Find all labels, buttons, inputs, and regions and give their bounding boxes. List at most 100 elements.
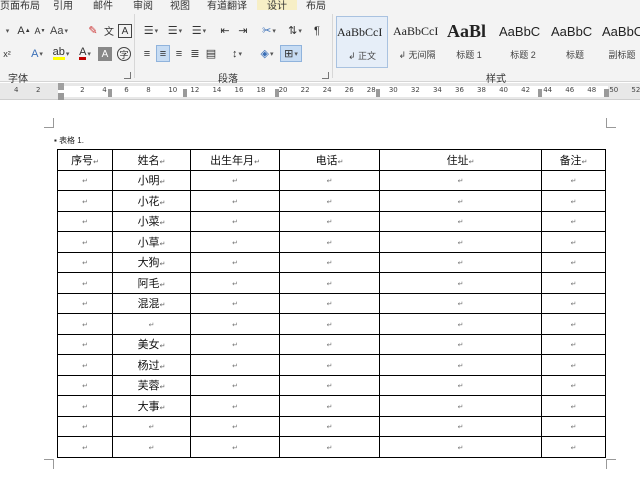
table-cell[interactable]: ↵ (379, 210, 542, 232)
table-cell[interactable]: ↵ (541, 190, 606, 212)
font-dialog-launcher[interactable] (124, 72, 131, 79)
increase-indent-icon[interactable]: ⇥ (236, 22, 250, 39)
tab-youdao-translate[interactable]: 有道翻译 (207, 0, 247, 10)
style-subtitle[interactable]: AaBbC 副标题 (602, 16, 640, 68)
table-cell[interactable]: ↵ (190, 251, 280, 273)
enclose-char-icon[interactable]: 字 (117, 47, 131, 61)
name-cell[interactable]: 美女↵ (112, 333, 191, 355)
table-cell[interactable]: ↵ (541, 251, 606, 273)
justify-icon[interactable]: ≣ (188, 45, 202, 62)
document-page[interactable]: ▪ 表格 1. 序号↵ 姓名↵ 出生年月↵ 电话↵ 住址↵ 备注↵ ↵ 小明↵ ↵ ↵… (0, 101, 640, 483)
header-cell[interactable]: 姓名↵ (112, 149, 191, 171)
table-cell[interactable]: ↵ (57, 374, 113, 396)
table-cell[interactable]: ↵ (279, 313, 380, 335)
shrink-font-icon[interactable]: A ▼ (33, 22, 47, 39)
table-cell[interactable]: ↵ (57, 272, 113, 294)
table-cell[interactable]: ↵ (541, 292, 606, 314)
table-cell[interactable]: ↵ (541, 354, 606, 376)
header-cell[interactable]: 序号↵ (57, 149, 113, 171)
show-marks-icon[interactable]: ¶ (310, 22, 324, 39)
table-cell[interactable]: ↵ (190, 313, 280, 335)
column-marker[interactable] (538, 89, 542, 97)
table-cell[interactable]: ↵ (279, 190, 380, 212)
font-color-icon[interactable]: A ▾ (74, 45, 96, 62)
name-cell[interactable]: ↵ (112, 313, 191, 335)
table-cell[interactable]: ↵ (279, 354, 380, 376)
name-cell[interactable]: 芙蓉↵ (112, 374, 191, 396)
table-cell[interactable]: ↵ (57, 210, 113, 232)
table-cell[interactable]: ↵ (57, 190, 113, 212)
align-left-icon[interactable]: ≡ (140, 45, 154, 62)
table-cell[interactable]: ↵ (57, 333, 113, 355)
multilevel-list-icon[interactable]: ☰ ▾ (188, 22, 210, 39)
column-marker[interactable] (275, 89, 279, 97)
header-cell[interactable]: 住址↵ (379, 149, 542, 171)
table-cell[interactable]: ↵ (279, 395, 380, 417)
name-cell[interactable]: ↵ (112, 415, 191, 437)
char-shading-icon[interactable]: A (98, 47, 112, 61)
bullets-icon[interactable]: ☰ ▾ (140, 22, 162, 39)
align-right-icon[interactable]: ≡ (172, 45, 186, 62)
table-cell[interactable]: ↵ (57, 415, 113, 437)
table-cell[interactable]: ↵ (541, 374, 606, 396)
table-cell[interactable]: ↵ (541, 436, 606, 458)
table-cell[interactable]: ↵ (57, 169, 113, 191)
table-cell[interactable]: ↵ (541, 272, 606, 294)
table-cell[interactable]: ↵ (190, 231, 280, 253)
style-title[interactable]: AaBbC 标题 (550, 16, 600, 68)
table-cell[interactable]: ↵ (57, 313, 113, 335)
paragraph-dialog-launcher[interactable] (322, 72, 329, 79)
table-cell[interactable]: ↵ (379, 190, 542, 212)
table-cell[interactable]: ↵ (279, 272, 380, 294)
grow-font-icon[interactable]: A ▲ (17, 22, 31, 39)
tab-layout[interactable]: 布局 (306, 0, 326, 10)
column-marker[interactable] (183, 89, 187, 97)
header-cell[interactable]: 出生年月↵ (190, 149, 280, 171)
table-cell[interactable]: ↵ (279, 231, 380, 253)
column-marker[interactable] (108, 89, 112, 97)
column-marker[interactable] (376, 89, 380, 97)
table-cell[interactable]: ↵ (541, 231, 606, 253)
table-cell[interactable]: ↵ (379, 436, 542, 458)
tab-review[interactable]: 审阅 (133, 0, 153, 10)
line-spacing-icon[interactable]: ↕ ▾ (226, 45, 248, 62)
right-indent-marker[interactable] (604, 89, 609, 97)
tab-view[interactable]: 视图 (170, 0, 190, 10)
table-cell[interactable]: ↵ (379, 333, 542, 355)
table-cell[interactable]: ↵ (379, 292, 542, 314)
table-cell[interactable]: ↵ (57, 231, 113, 253)
table-cell[interactable]: ↵ (190, 395, 280, 417)
font-size-dropdown[interactable]: ▾ (0, 22, 14, 39)
tab-references[interactable]: 引用 (53, 0, 73, 10)
table-cell[interactable]: ↵ (190, 374, 280, 396)
table-cell[interactable]: ↵ (190, 436, 280, 458)
table-cell[interactable]: ↵ (379, 354, 542, 376)
table-cell[interactable]: ↵ (379, 231, 542, 253)
decrease-indent-icon[interactable]: ⇤ (218, 22, 232, 39)
name-cell[interactable]: 大事↵ (112, 395, 191, 417)
table-cell[interactable]: ↵ (541, 210, 606, 232)
style-no-spacing[interactable]: AaBbCcI ↲ 无间隔 (392, 16, 442, 68)
left-indent-marker[interactable] (58, 93, 64, 100)
char-border-icon[interactable]: A (118, 24, 132, 38)
table-cell[interactable]: ↵ (279, 251, 380, 273)
table-cell[interactable]: ↵ (279, 436, 380, 458)
table-cell[interactable]: ↵ (190, 333, 280, 355)
table-cell[interactable]: ↵ (57, 436, 113, 458)
header-cell[interactable]: 电话↵ (279, 149, 380, 171)
name-cell[interactable]: 小花↵ (112, 190, 191, 212)
superscript-icon[interactable]: x² (0, 45, 14, 62)
header-cell[interactable]: 备注↵ (541, 149, 606, 171)
change-case-icon[interactable]: Aa ▾ (50, 22, 68, 39)
chinese-layout-icon[interactable]: ✂ ▾ (258, 22, 280, 39)
table-cell[interactable]: ↵ (57, 395, 113, 417)
table-cell[interactable]: ↵ (541, 313, 606, 335)
table-cell[interactable]: ↵ (190, 169, 280, 191)
style-normal[interactable]: AaBbCcI ↲ 正文 (336, 16, 388, 68)
phonetic-guide-icon[interactable]: 文 (102, 22, 116, 39)
table-cell[interactable]: ↵ (190, 190, 280, 212)
tab-mailings[interactable]: 邮件 (93, 0, 113, 10)
first-line-indent-marker[interactable] (58, 83, 64, 90)
shading-icon[interactable]: ◈ ▾ (256, 45, 278, 62)
table-cell[interactable]: ↵ (379, 415, 542, 437)
